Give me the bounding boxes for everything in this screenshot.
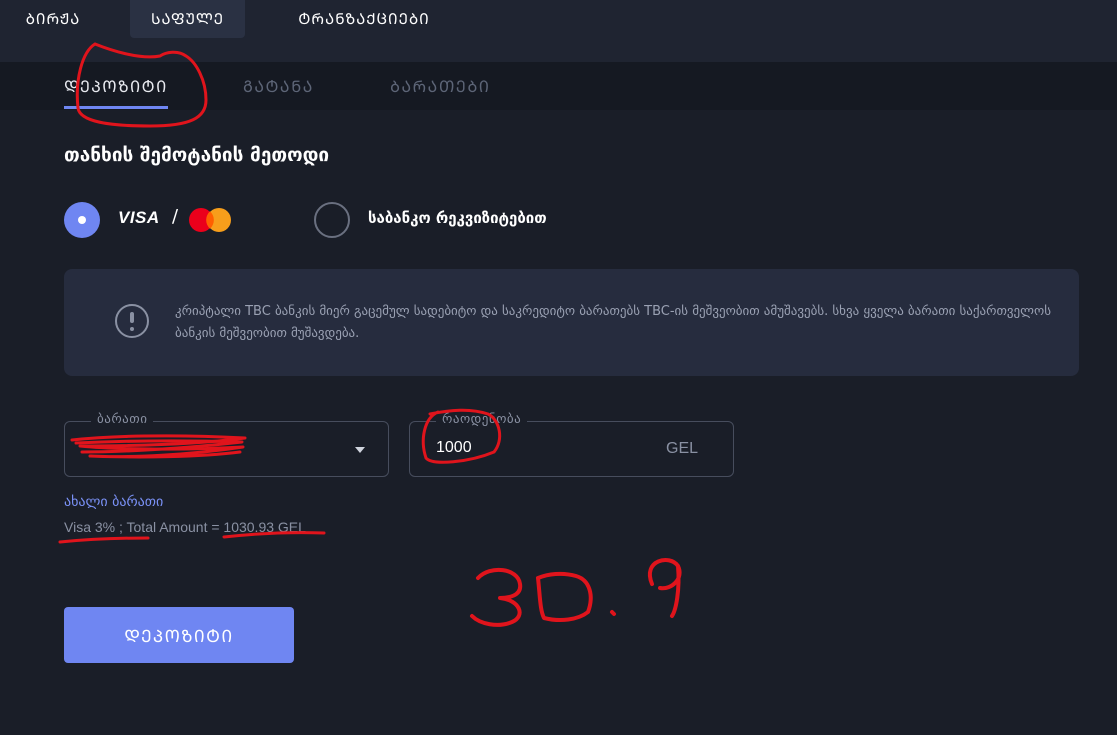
card-method-radio[interactable] — [64, 202, 100, 238]
fee-summary: Visa 3% ; Total Amount = 1030.93 GEL — [64, 519, 306, 535]
amount-input[interactable]: 1000 — [436, 439, 472, 457]
tab-wallet[interactable]: ᲡᲐᲤᲣᲚᲔ — [130, 0, 245, 38]
amount-field-label: რაოდენობა — [436, 412, 528, 427]
tab-exchange[interactable]: ᲑᲘᲠᲟᲐ — [8, 0, 98, 38]
tab-deposit[interactable]: ᲓᲔᲞᲝᲖᲘᲢᲘ — [64, 62, 168, 110]
mastercard-logo — [189, 208, 231, 232]
amount-field[interactable]: რაოდენობა 1000 GEL — [409, 412, 734, 477]
card-select-value: ··· — [91, 439, 105, 455]
card-select[interactable]: ბარათი ··· — [64, 412, 389, 477]
sub-nav: ᲓᲔᲞᲝᲖᲘᲢᲘ ᲒᲐᲢᲐᲜᲐ ᲑᲐᲠᲐᲗᲔᲑᲘ — [0, 62, 1117, 110]
logo-separator: / — [172, 206, 179, 227]
tab-withdraw[interactable]: ᲒᲐᲢᲐᲜᲐ — [243, 62, 314, 110]
exclamation-icon — [115, 304, 149, 338]
tab-cards[interactable]: ᲑᲐᲠᲐᲗᲔᲑᲘ — [390, 62, 490, 110]
chevron-down-icon — [355, 447, 365, 453]
new-card-link[interactable]: ახალი ბარათი — [64, 494, 163, 510]
underline-visa-fee — [58, 536, 150, 544]
deposit-button[interactable]: ᲓᲔᲞᲝᲖᲘᲢᲘ — [64, 607, 294, 663]
currency-label: GEL — [666, 440, 699, 457]
active-tab-indicator — [64, 106, 168, 109]
top-nav: ᲑᲘᲠᲟᲐ ᲡᲐᲤᲣᲚᲔ ᲢᲠᲐᲜᲖᲐᲥᲪᲘᲔᲑᲘ — [0, 0, 1117, 62]
info-notice: კრიპტალი TBC ბანკის მიერ გაცემულ სადებიტ… — [64, 269, 1079, 376]
visa-logo: VISA — [118, 208, 160, 227]
handwritten-number — [470, 558, 682, 627]
page-title: თანხის შემოტანის მეთოდი — [64, 144, 330, 166]
bank-method-radio[interactable] — [314, 202, 350, 238]
tab-transactions[interactable]: ᲢᲠᲐᲜᲖᲐᲥᲪᲘᲔᲑᲘ — [280, 0, 448, 38]
card-select-label: ბარათი — [91, 412, 154, 427]
info-text: კრიპტალი TBC ბანკის მიერ გაცემულ სადებიტ… — [175, 304, 1052, 341]
bank-method-label[interactable]: საბანკო რეკვიზიტებით — [368, 209, 547, 227]
